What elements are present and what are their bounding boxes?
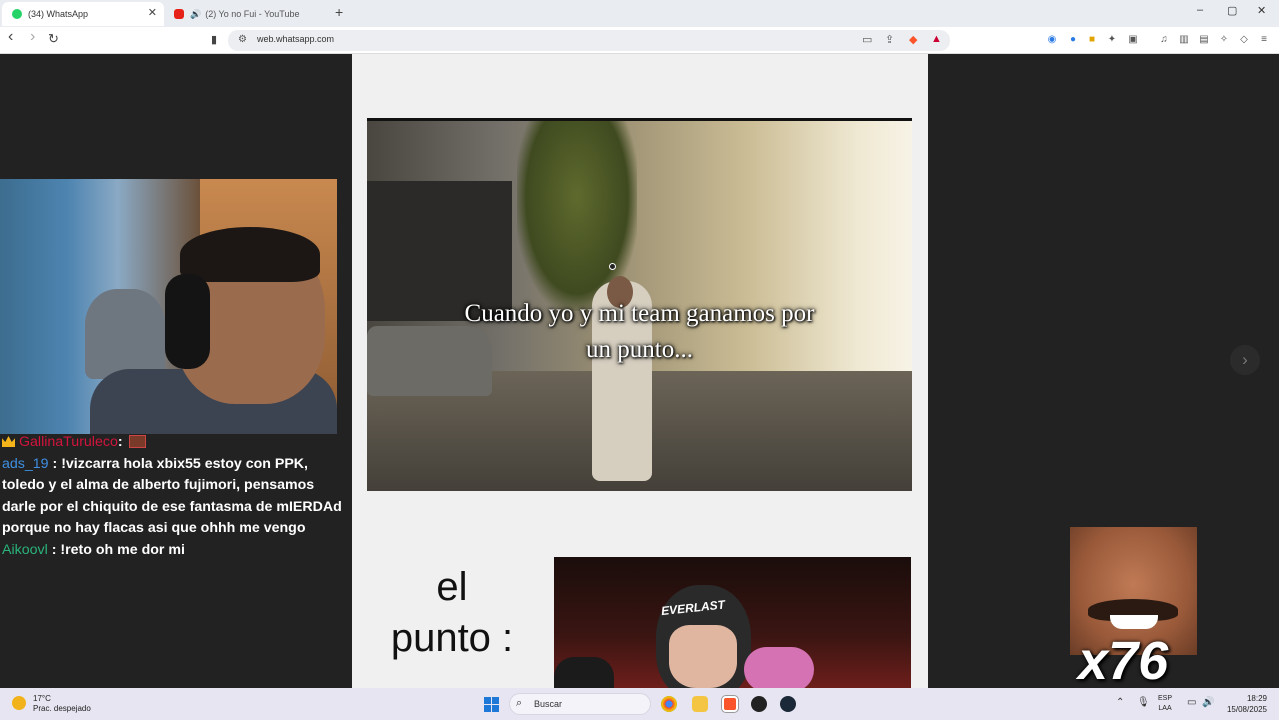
language-indicator[interactable]: ESP LAA (1158, 694, 1172, 714)
audio-extension-icon[interactable]: ◉ (1046, 34, 1058, 46)
steam-icon[interactable] (780, 696, 796, 712)
menu-icon[interactable]: ≡ (1258, 34, 1270, 46)
tray-overflow-icon[interactable]: ⌃ (1116, 697, 1124, 708)
speaker-icon[interactable]: 🔊 (190, 9, 201, 20)
volume-icon[interactable]: 🔊 (1202, 697, 1214, 708)
extensions-icon[interactable]: ✦ (1106, 34, 1118, 46)
new-tab-button[interactable]: + (335, 4, 343, 20)
meme-caption: Cuando yo y mi team ganamos por (464, 300, 815, 327)
chat-message: ads_19 : !vizcarra hola xbix55 estoy con… (2, 454, 347, 540)
weather-desc: Prac. despejado (33, 704, 91, 713)
taskbar: 17°C Prac. despejado ⌕ Buscar ⌃ 🎙 ESP LA… (0, 688, 1279, 720)
address-bar[interactable]: ⚙ web.whatsapp.com ▭ ⇪ ◆ ▲ (228, 30, 950, 51)
chat-username: ads_19 (2, 455, 49, 472)
cast-icon[interactable]: ▭ (862, 33, 872, 46)
brave-shield-icon[interactable]: ◆ (909, 33, 917, 46)
clock-time: 18:29 (1246, 694, 1267, 703)
obs-icon[interactable] (751, 696, 767, 712)
minimize-button[interactable]: – (1197, 4, 1203, 16)
tab-whatsapp[interactable]: (34) WhatsApp ✕ (2, 2, 164, 26)
browser-toolbar: ‹ › ↻ ▮ ⚙ web.whatsapp.com ▭ ⇪ ◆ ▲ ◉ ● ■… (0, 27, 1279, 54)
file-explorer-icon[interactable] (692, 696, 708, 712)
meme-image-1[interactable]: Cuando yo y mi team ganamos por un punto… (367, 118, 912, 491)
next-media-button[interactable]: › (1230, 345, 1260, 375)
weather-temp: 17°C (33, 694, 51, 703)
chrome-icon[interactable] (661, 696, 677, 712)
search-placeholder: Buscar (534, 699, 563, 709)
weather-widget[interactable]: 17°C Prac. despejado (33, 694, 91, 714)
chat-username: Aikoovl (2, 541, 48, 558)
start-icon[interactable] (484, 697, 499, 712)
youtube-icon (174, 9, 184, 19)
emote-combo: x76 (1070, 527, 1197, 688)
tab-title: (34) WhatsApp (28, 9, 89, 19)
brave-rewards-icon[interactable]: ▲ (931, 33, 942, 45)
meme-text: el (436, 565, 468, 609)
chat-message: Aikoovl : !reto oh me dor mi (2, 540, 347, 562)
stream-chat: GallinaTuruleco: ads_19 : !vizcarra hola… (2, 432, 347, 561)
search-icon: ⌕ (516, 697, 523, 709)
media-control-icon[interactable]: ♫ (1158, 34, 1170, 46)
sidebar-icon[interactable]: ▥ (1178, 34, 1190, 46)
brave-icon[interactable] (722, 696, 738, 712)
url-text: web.whatsapp.com (257, 34, 335, 44)
vpn-extension-icon[interactable]: ● (1067, 34, 1079, 46)
tab-youtube[interactable]: 🔊 (2) Yo no Fui - YouTube (168, 2, 328, 26)
chat-emote-icon (128, 435, 146, 448)
mouse-cursor (609, 263, 616, 270)
layout-code: LAA (1158, 705, 1172, 712)
chat-separator: : (117, 434, 123, 450)
close-tab-icon[interactable]: ✕ (148, 6, 157, 19)
system-clock[interactable]: 18:29 15/08/2025 (1221, 693, 1267, 715)
meme-caption: un punto... (586, 336, 693, 363)
meme-text: punto : (390, 616, 514, 660)
microphone-icon[interactable]: 🎙 (1137, 697, 1150, 708)
close-window-button[interactable]: ✕ (1257, 4, 1266, 17)
back-button[interactable]: ‹ (8, 28, 13, 46)
whatsapp-media-viewer: Cuando yo y mi team ganamos por un punto… (352, 54, 928, 688)
browser-tabstrip: (34) WhatsApp ✕ 🔊 (2) Yo no Fui - YouTub… (0, 0, 1279, 27)
share-icon[interactable]: ⇪ (885, 33, 894, 46)
forward-button[interactable]: › (30, 28, 35, 46)
network-icon[interactable]: ▭ (1187, 697, 1196, 708)
reload-button[interactable]: ↻ (48, 31, 59, 47)
chat-message: GallinaTuruleco: (2, 432, 347, 454)
chat-text: !reto oh me dor mi (60, 541, 185, 558)
whatsapp-icon (12, 9, 22, 19)
stream-right-panel: › x76 (928, 54, 1279, 688)
crown-badge-icon (2, 436, 15, 447)
restore-button[interactable]: ▢ (1227, 4, 1237, 17)
site-info-icon[interactable]: ⚙ (238, 34, 247, 45)
meme-image-2[interactable]: EVERLAST (554, 557, 911, 688)
wallet-extension-icon[interactable]: ■ (1086, 34, 1098, 46)
leo-ai-icon[interactable]: ✧ (1218, 34, 1230, 46)
tab-title: (2) Yo no Fui - YouTube (205, 9, 300, 19)
lang-code: ESP (1158, 695, 1173, 702)
taskbar-search[interactable]: ⌕ Buscar (509, 693, 651, 715)
screen: (34) WhatsApp ✕ 🔊 (2) Yo no Fui - YouTub… (0, 0, 1279, 720)
chat-username: GallinaTuruleco (19, 434, 118, 450)
webcam-feed (0, 179, 337, 434)
vpn-icon[interactable]: ◇ (1238, 34, 1250, 46)
bookmark-icon[interactable]: ▮ (211, 33, 217, 46)
tab-search-icon[interactable]: ▣ (1127, 34, 1139, 46)
clock-date: 15/08/2025 (1226, 705, 1267, 714)
stream-left-panel: GallinaTuruleco: ads_19 : !vizcarra hola… (0, 54, 352, 688)
weather-sun-icon[interactable] (12, 696, 26, 710)
wallet-icon[interactable]: ▤ (1198, 34, 1210, 46)
headphones-icon (165, 274, 210, 369)
emote-count: x76 (1078, 631, 1169, 688)
